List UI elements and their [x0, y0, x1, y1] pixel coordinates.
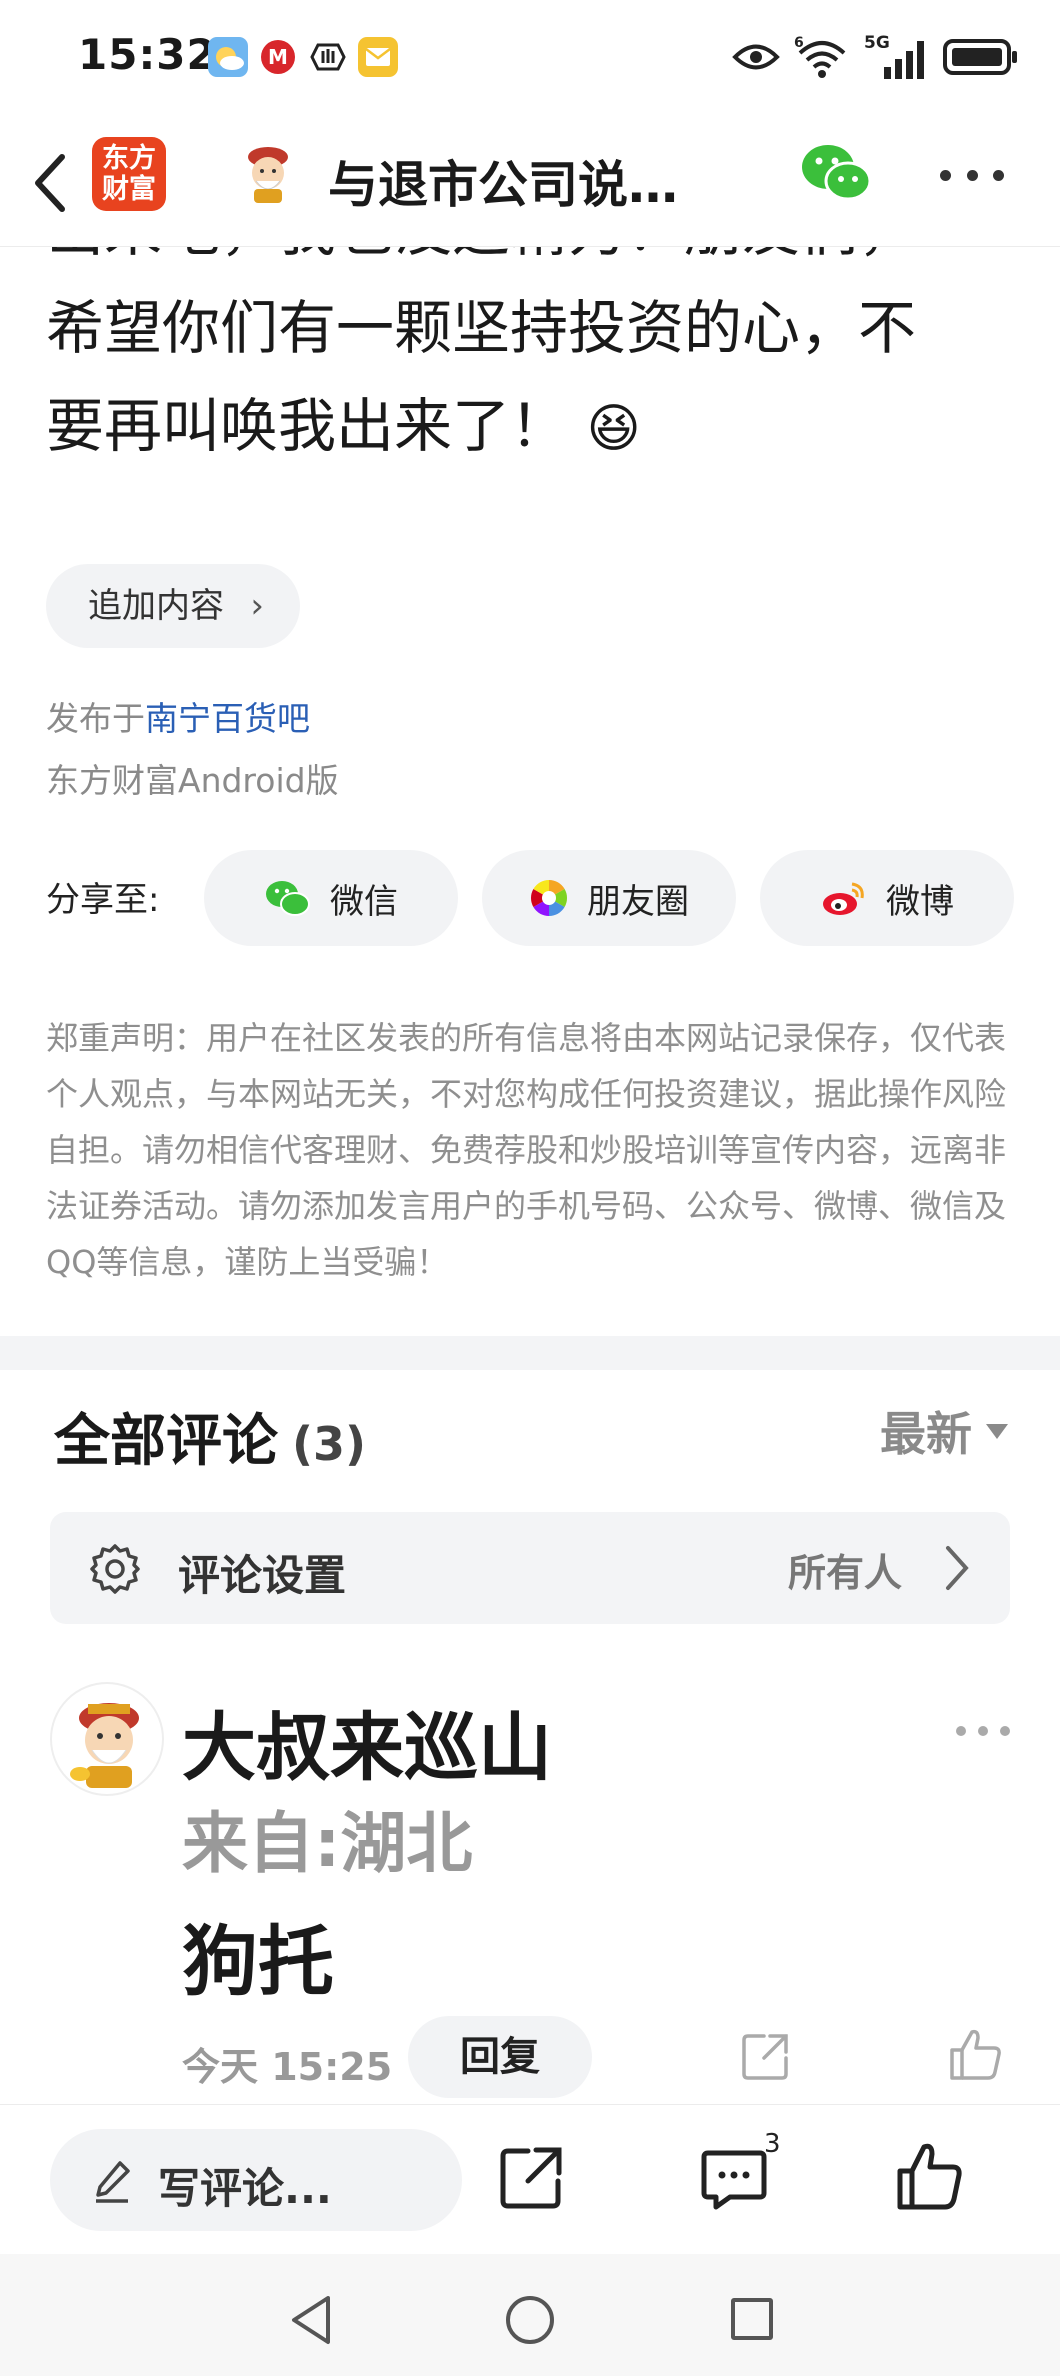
comment-settings-row[interactable]: 评论设置 所有人	[50, 1512, 1010, 1624]
system-home-icon[interactable]	[506, 2296, 554, 2344]
client-info: 东方财富Android版	[46, 761, 339, 800]
write-comment-input[interactable]: 写评论...	[50, 2129, 462, 2231]
eye-icon	[732, 44, 780, 70]
article-body: 出来吧，我也没这精力！朋友们， 希望你们有一颗坚持投资的心，不 要再叫唤我出来了…	[0, 247, 1060, 567]
article-line-2: 希望你们有一颗坚持投资的心，不	[46, 294, 917, 362]
status-indicators: 6 5G	[732, 32, 1020, 82]
thumbs-up-icon[interactable]	[896, 2141, 964, 2211]
sort-dropdown[interactable]: 最新	[880, 1398, 1008, 1464]
share-icon[interactable]	[740, 2030, 792, 2082]
chevron-right-icon	[946, 1546, 969, 1590]
laughing-emoji: 😆	[586, 399, 641, 459]
comment-icon[interactable]	[700, 2147, 768, 2211]
battery-icon	[943, 39, 1017, 75]
comment-more-icon[interactable]	[956, 1726, 1010, 1738]
wechat-icon[interactable]	[800, 139, 874, 207]
metro-app-icon: M	[258, 37, 298, 77]
article-line-3: 要再叫唤我出来了！ 😆	[46, 392, 641, 460]
system-back-icon[interactable]	[288, 2294, 334, 2346]
moments-icon	[530, 880, 568, 916]
status-bar: 15:32 M 6 5G	[0, 0, 1060, 115]
comment-text: 狗托	[182, 1917, 334, 2006]
comments-title: 全部评论 (3)	[54, 1409, 367, 1474]
comment-settings-label: 评论设置	[178, 1551, 347, 1600]
page-title: 与退市公司说…	[328, 156, 678, 214]
system-navigation-bar	[0, 2254, 1060, 2376]
chevron-left-icon[interactable]	[22, 143, 82, 223]
mail-app-icon	[358, 37, 398, 77]
bottom-action-bar: 写评论... 3	[0, 2104, 1060, 2254]
reply-button[interactable]: 回复	[408, 2016, 592, 2098]
pencil-icon	[96, 2161, 130, 2203]
status-time: 15:32	[78, 30, 217, 79]
thumbs-up-icon[interactable]	[948, 2026, 1004, 2082]
commenter-avatar[interactable]	[50, 1682, 164, 1796]
share-label: 分享至:	[46, 880, 160, 920]
comment-time: 今天 15:25	[182, 2045, 393, 2089]
sim-label: 6	[794, 35, 804, 51]
comment-count-badge: 3	[764, 2129, 781, 2159]
write-comment-placeholder: 写评论...	[158, 2164, 332, 2213]
triangle-down-icon	[986, 1424, 1008, 1439]
commenter-name[interactable]: 大叔来巡山	[182, 1688, 552, 1795]
svg-text:M: M	[268, 45, 288, 69]
system-recents-icon[interactable]	[731, 2298, 773, 2340]
share-wechat-button[interactable]: 微信	[204, 850, 458, 946]
weather-app-icon	[208, 37, 248, 77]
share-moments-button[interactable]: 朋友圈	[482, 850, 736, 946]
network-label: 5G	[864, 33, 890, 53]
share-icon[interactable]	[498, 2145, 564, 2211]
wifi-icon: 6	[794, 35, 846, 78]
top-nav-bar: 东方 财富 与退市公司说…	[0, 115, 1060, 247]
published-in: 发布于南宁百货吧	[46, 699, 310, 738]
cell-signal-icon: 5G	[864, 33, 928, 79]
gear-icon	[90, 1544, 140, 1594]
more-icon[interactable]	[940, 170, 1004, 186]
wechat-icon	[266, 881, 310, 916]
article-line-partial: 出来吧，我也没这精力！朋友们，	[46, 247, 1026, 279]
section-divider	[0, 1336, 1060, 1370]
comment-settings-value: 所有人	[787, 1551, 902, 1595]
comments-count: (3)	[292, 1417, 367, 1471]
author-avatar[interactable]	[232, 137, 304, 209]
app-logo[interactable]: 东方 财富	[92, 137, 166, 211]
disclaimer-text: 郑重声明：用户在社区发表的所有信息将由本网站记录保存，仅代表个人观点，与本网站无…	[46, 1019, 1007, 1281]
forum-link[interactable]: 南宁百货吧	[145, 699, 310, 738]
commenter-location: 来自:湖北	[182, 1805, 473, 1882]
weibo-icon	[823, 882, 864, 915]
append-content-button[interactable]: 追加内容 ›	[46, 564, 300, 648]
chevron-right-icon: ›	[250, 586, 264, 626]
share-weibo-button[interactable]: 微博	[760, 850, 1014, 946]
hand-app-icon	[308, 37, 348, 77]
